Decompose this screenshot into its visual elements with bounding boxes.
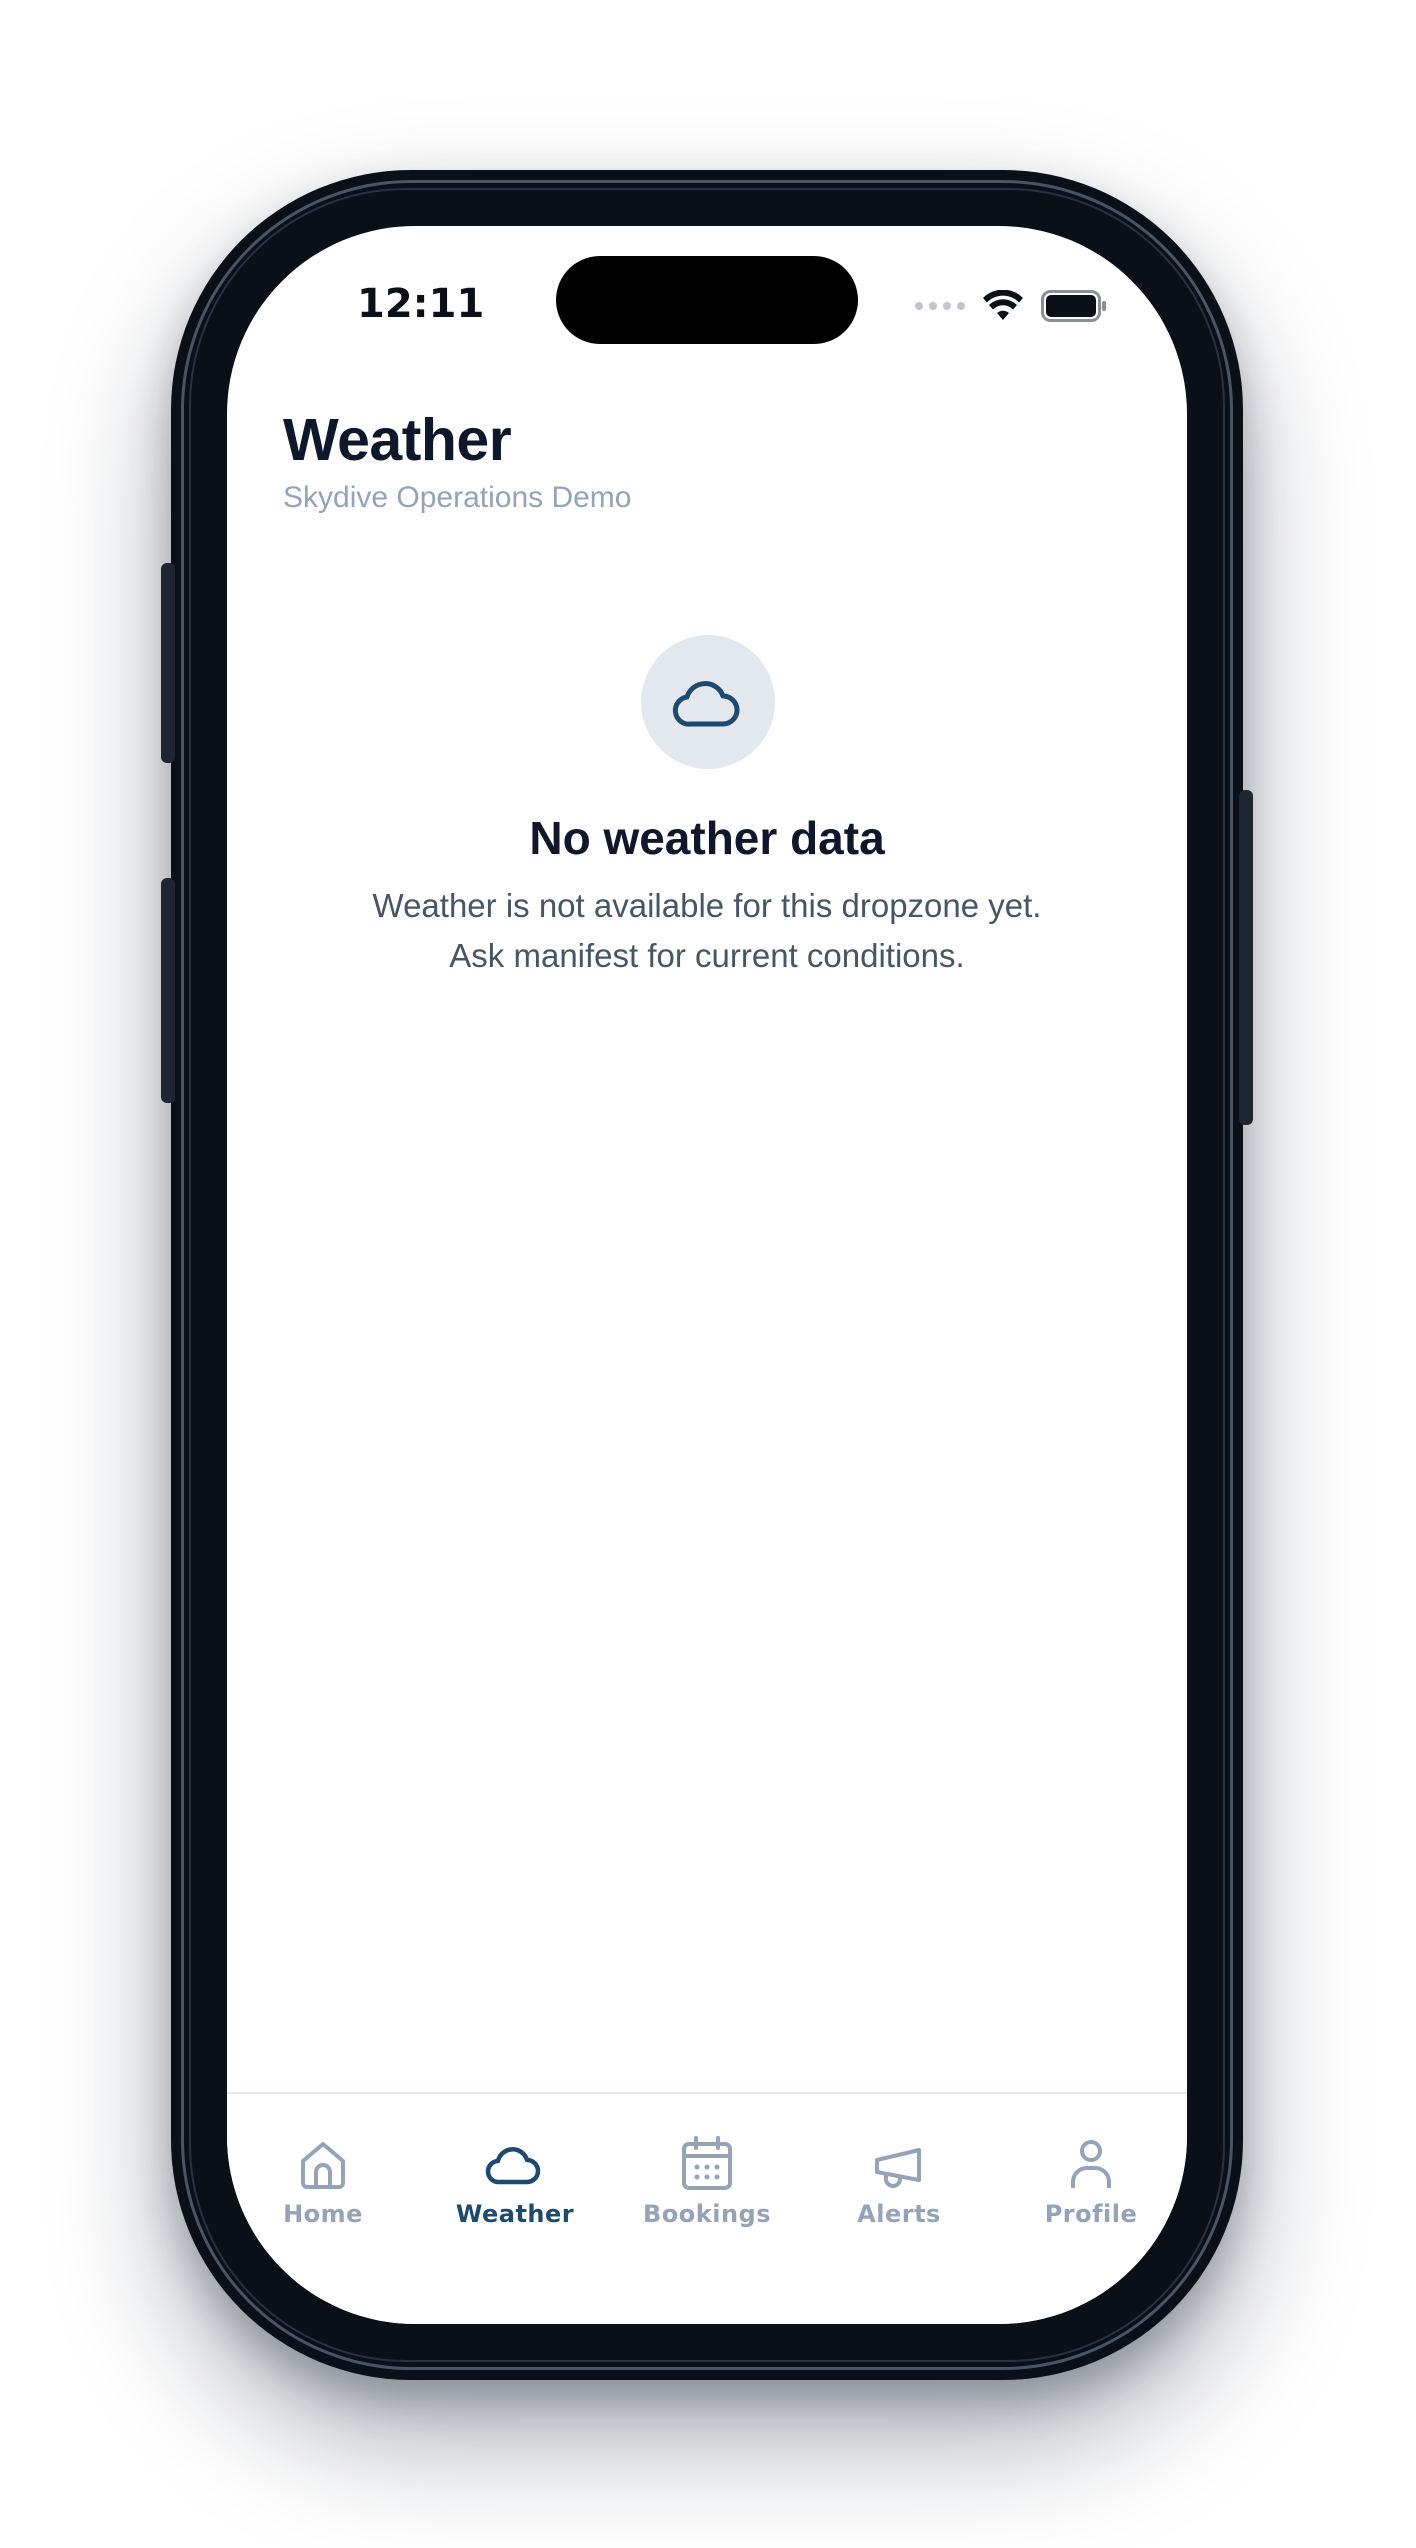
tab-label: Weather [455,2200,575,2228]
battery-icon [1041,290,1106,322]
page-subtitle: Skydive Operations Demo [283,481,632,514]
tab-profile[interactable]: Profile [995,2134,1187,2244]
status-time: 12:11 [357,281,485,327]
page-title: Weather [283,407,512,473]
wifi-icon [983,290,1023,320]
volume-down-button [161,878,175,1103]
empty-state-message: Weather is not available for this dropzo… [372,887,1042,974]
tab-weather[interactable]: Weather [419,2134,611,2244]
home-icon [301,2142,345,2189]
tab-alerts[interactable]: Alerts [803,2134,995,2244]
tab-bookings[interactable]: Bookings [611,2134,803,2244]
screen: 12:11 Weather Skydive Operations Demo No… [227,226,1187,2324]
status-icons [915,286,1107,326]
stage: 12:11 Weather Skydive Operations Demo No… [0,0,1416,2548]
dynamic-island [556,256,858,344]
person-icon [1071,2140,1111,2188]
tab-label: Alerts [857,2200,941,2228]
volume-up-button [161,563,175,763]
cloud-icon [485,2147,541,2185]
tab-bar: Home Weather Bookings Alerts Profile [227,2092,1187,2324]
empty-state-icon-badge [641,635,775,769]
power-button [1239,790,1253,1125]
megaphone-icon [875,2148,921,2188]
cloud-icon [672,681,740,727]
cellular-signal-icon [915,302,965,310]
tab-label: Profile [1044,2200,1138,2228]
phone-frame: 12:11 Weather Skydive Operations Demo No… [161,170,1253,2380]
tab-home[interactable]: Home [227,2134,419,2244]
tab-label: Bookings [642,2200,771,2228]
empty-state-title: No weather data [529,812,885,864]
calendar-icon [682,2136,732,2190]
tab-label: Home [283,2200,363,2228]
